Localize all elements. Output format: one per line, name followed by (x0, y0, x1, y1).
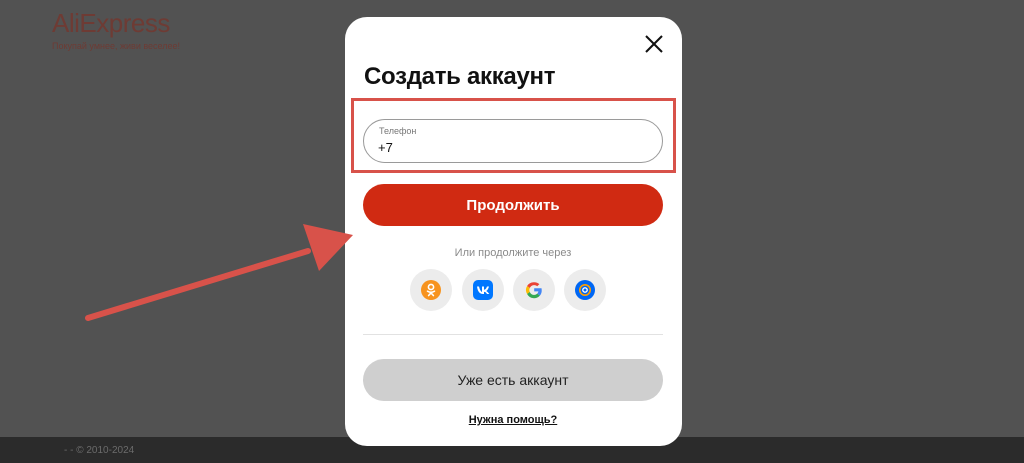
aliexpress-logo: AliExpress (52, 8, 170, 38)
odnoklassniki-button[interactable] (410, 269, 452, 311)
phone-field[interactable]: Телефон (363, 119, 663, 163)
google-icon (525, 282, 542, 299)
close-button[interactable] (644, 34, 664, 54)
modal-title: Создать аккаунт (364, 63, 556, 90)
vk-icon (473, 280, 493, 300)
background-header: AliExpress Покупай умнее, живи веселее! (52, 8, 180, 51)
continue-button[interactable]: Продолжить (363, 184, 663, 226)
existing-account-button[interactable]: Уже есть аккаунт (363, 359, 663, 401)
mail-icon (575, 280, 595, 300)
vk-button[interactable] (462, 269, 504, 311)
or-continue-with-text: Или продолжите через (454, 247, 572, 259)
google-button[interactable] (513, 269, 555, 311)
help-link[interactable]: Нужна помощь? (363, 414, 663, 426)
footer-copyright: - - © 2010-2024 (64, 445, 135, 456)
close-icon (645, 35, 663, 53)
odnoklassniki-icon (421, 280, 441, 300)
logo-tagline: Покупай умнее, живи веселее! (52, 41, 180, 51)
modal-divider (363, 334, 663, 335)
phone-input[interactable] (378, 138, 648, 156)
mail-button[interactable] (564, 269, 606, 311)
phone-field-label: Телефон (379, 126, 417, 136)
